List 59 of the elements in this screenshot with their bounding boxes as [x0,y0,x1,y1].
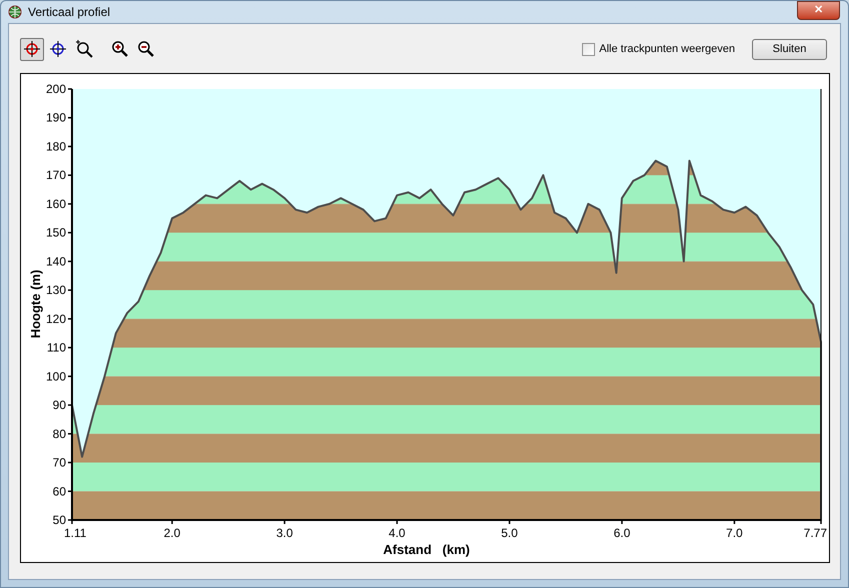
tick-mark [68,433,72,435]
y-tick-label: 100 [46,369,66,384]
y-tick-label: 50 [52,513,66,527]
y-axis-title: Hoogte (m) [28,270,43,338]
y-tick-label: 110 [46,340,66,355]
zoom-out-icon [137,40,155,58]
tick-mark [68,462,72,464]
tick-mark [68,404,72,406]
tick-mark [621,520,623,524]
x-tick-label: 1.11 [64,526,86,540]
tick-mark [284,520,286,524]
y-tick-label: 200 [46,82,66,96]
x-tick-label: 6.0 [614,526,630,540]
tool-button[interactable] [20,38,44,60]
tick-mark [68,116,72,118]
crosshair-icon [49,40,67,58]
zoom-area-icon [75,40,93,58]
tick-mark [820,520,822,524]
tick-mark [396,520,398,524]
y-tick-label: 190 [46,110,66,125]
y-tick-label: 150 [46,226,66,240]
y-tick-label: 180 [46,139,66,154]
x-tick-label: 3.0 [276,526,293,540]
x-tick-label: 4.0 [388,526,406,540]
y-tick-label: 80 [52,426,66,441]
y-tick-label: 90 [52,398,66,412]
tick-mark [68,174,72,176]
x-tick-label: 2.0 [164,526,180,540]
tick-mark [68,318,72,320]
checkbox[interactable] [582,42,596,56]
tick-mark [68,346,72,348]
tick-mark [68,203,72,205]
tick-mark [508,520,510,524]
tick-mark [171,520,173,524]
tick-mark [734,520,736,524]
y-tick-label: 160 [46,196,66,211]
x-tick-label: 7.0 [726,526,743,540]
y-tick-label: 60 [52,484,66,498]
x-axis-title: Afstand (km) [383,542,470,557]
globe-icon [8,5,22,19]
y-tick-label: 140 [46,254,66,268]
tick-mark [68,232,72,234]
y-tick-label: 70 [52,456,66,470]
x-tick-label: 7.77 [804,526,827,540]
crosshair-icon [23,40,41,58]
y-tick-label: 120 [46,312,66,326]
y-tick-label: 130 [46,283,66,298]
tick-mark [68,260,72,262]
tick-mark [68,146,72,148]
close-button[interactable]: Sluiten [752,38,827,60]
tick-mark [68,490,72,492]
y-tick-label: 170 [46,168,66,182]
tick-mark [68,289,72,291]
tick-mark [68,376,72,378]
x-tick-label: 5.0 [501,526,518,540]
window-title: Verticaal profiel [28,4,110,21]
tick-mark [68,88,72,90]
zoom-in-icon [111,40,129,58]
checkbox-label: Alle trackpunten weergeven [599,42,735,57]
